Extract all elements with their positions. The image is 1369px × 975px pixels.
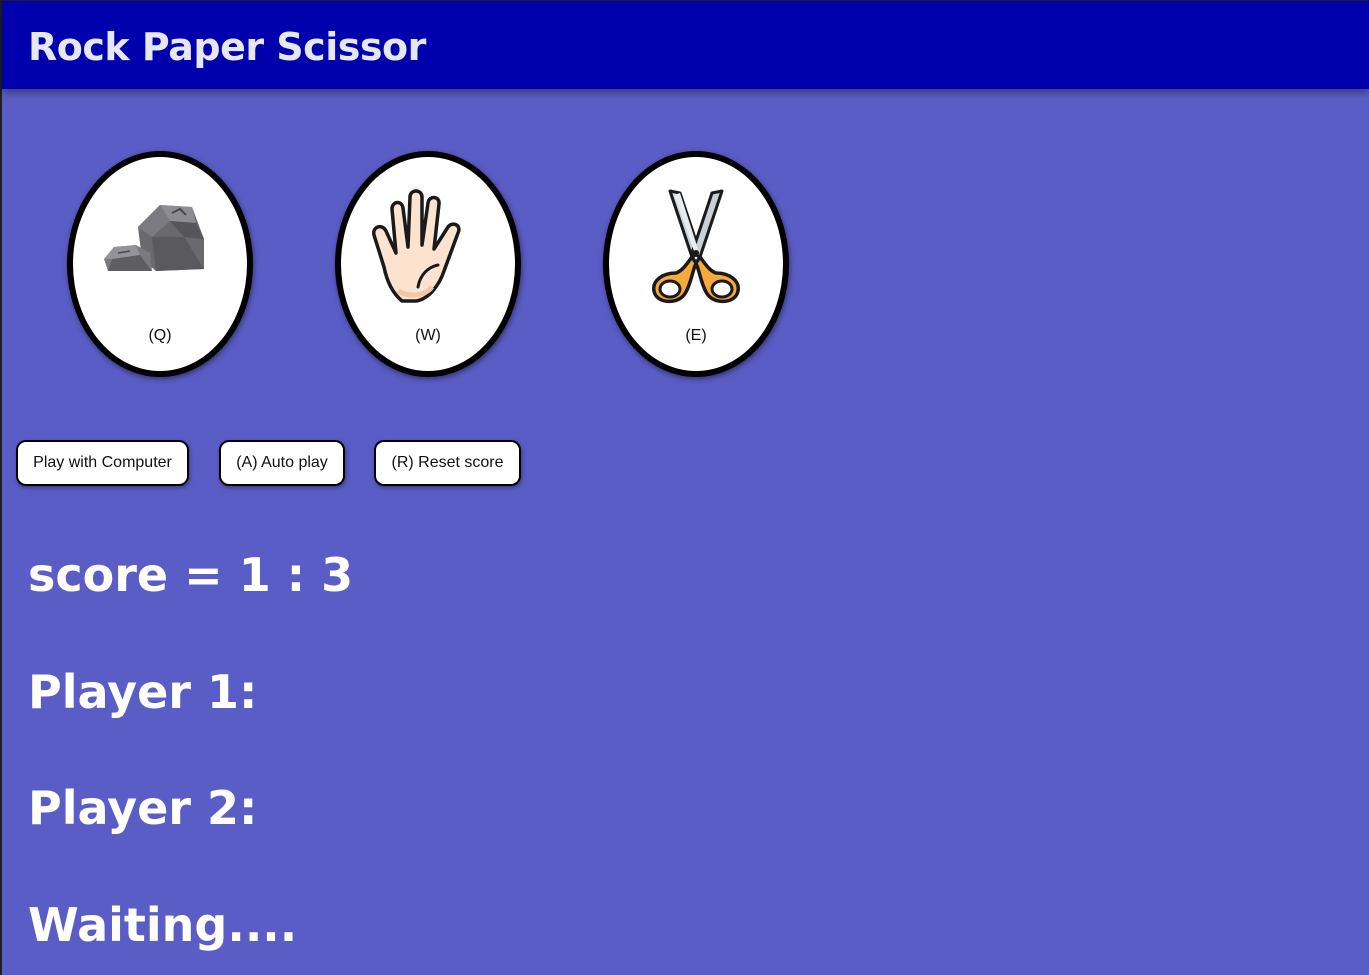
game-status: Waiting.... (28, 898, 298, 952)
score-display: score = 1 : 3 (28, 548, 354, 602)
app-window: Rock Paper Scissor (Q) (W) (E) Play with… (0, 0, 1369, 975)
reset-score-button[interactable]: (R) Reset score (374, 440, 521, 486)
rock-choice-button[interactable]: (Q) (67, 151, 253, 377)
scissors-key-label: (E) (685, 327, 707, 344)
paper-key-label: (W) (415, 327, 441, 344)
paper-choice-button[interactable]: (W) (335, 151, 521, 377)
page-title: Rock Paper Scissor (28, 25, 426, 69)
rock-key-label: (Q) (148, 327, 172, 344)
player-1-label: Player 1: (28, 665, 258, 719)
scissors-icon (652, 189, 740, 304)
scissors-choice-button[interactable]: (E) (603, 151, 789, 377)
rock-icon (104, 205, 204, 271)
player-2-label: Player 2: (28, 781, 258, 835)
hand-icon (372, 189, 461, 303)
auto-play-button[interactable]: (A) Auto play (219, 440, 345, 486)
header-bar: Rock Paper Scissor (2, 1, 1369, 89)
play-with-computer-button[interactable]: Play with Computer (16, 440, 189, 486)
